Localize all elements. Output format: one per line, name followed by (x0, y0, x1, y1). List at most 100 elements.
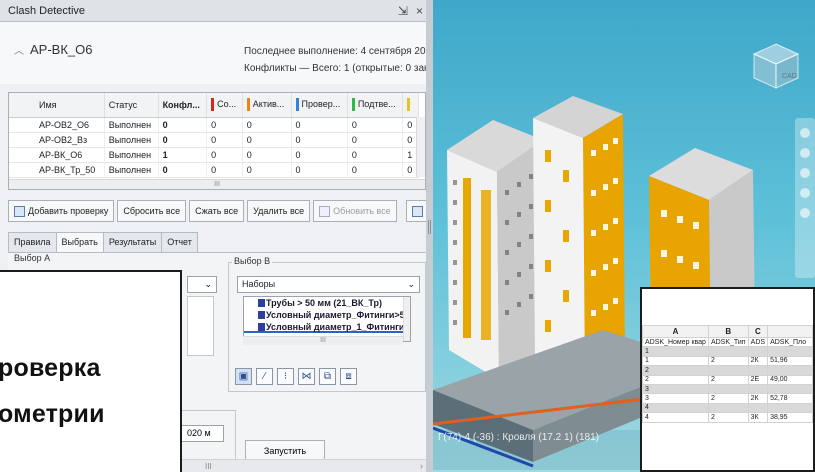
selection-a-tree[interactable] (187, 296, 214, 356)
spreadsheet-header-cell[interactable]: ADSK_Пло (767, 336, 813, 348)
spreadsheet-cell[interactable]: 2 (642, 365, 709, 376)
close-icon[interactable]: × (416, 4, 423, 18)
spreadsheet-cell[interactable] (767, 402, 813, 414)
column-header[interactable]: Подтве... (347, 93, 404, 118)
spreadsheet-cell[interactable]: 2 (707, 355, 749, 367)
table-cell: 0 (347, 117, 404, 133)
add-test-button[interactable]: Добавить проверку (8, 200, 115, 222)
tab-select[interactable]: Выбрать (55, 232, 104, 253)
spreadsheet-cell[interactable] (707, 402, 749, 414)
spreadsheet-row[interactable]: 3 2 2К 52,78 (642, 393, 813, 404)
spreadsheet-row[interactable]: 3 (642, 383, 813, 395)
tab-rules[interactable]: Правила (8, 232, 57, 252)
column-header[interactable]: Провер... (291, 93, 348, 118)
spreadsheet-cell[interactable] (707, 365, 749, 376)
walk-icon[interactable] (800, 208, 810, 218)
column-header[interactable] (402, 93, 419, 118)
self-intersect-icon[interactable]: ⋈ (298, 368, 315, 385)
spreadsheet-cell[interactable]: 49,00 (767, 374, 813, 385)
set-item-fittings-2[interactable]: Условный диаметр_1_Фитинги>5 (244, 321, 410, 333)
spreadsheet-cell[interactable]: 1 (642, 346, 709, 357)
update-all-button[interactable]: Обновить все (313, 200, 397, 222)
spreadsheet-row[interactable]: 4 (642, 402, 813, 414)
table-row[interactable]: АР-ВК_Тр_50 Выполнен 0 0 0 0 0 0 (9, 162, 419, 178)
spreadsheet-cell[interactable] (707, 383, 749, 395)
spreadsheet-cell[interactable]: 2Е (747, 374, 769, 385)
spreadsheet-cell[interactable] (747, 383, 769, 395)
spreadsheet-row[interactable]: 2 (642, 365, 813, 376)
spreadsheet-cell[interactable]: 2К (747, 355, 769, 367)
spreadsheet-cell[interactable]: 4 (642, 402, 709, 414)
tolerance-input[interactable]: 020 м (178, 425, 224, 442)
table-row[interactable]: АР-ОВ2_О6 Выполнен 0 0 0 0 0 0 (9, 117, 419, 133)
table-horizontal-scrollbar[interactable]: III (9, 179, 425, 189)
spreadsheet-header-cell[interactable]: ADSK_Номер квар (642, 336, 709, 348)
pan-icon[interactable] (800, 128, 810, 138)
use-current-selection-icon[interactable]: ⧉ (319, 368, 336, 385)
spreadsheet-row[interactable]: 4 2 3К 38,95 (642, 412, 813, 423)
points-icon[interactable]: ⁝ (277, 368, 294, 385)
compact-all-button[interactable]: Сжать все (189, 200, 245, 222)
column-header[interactable]: Конфл... (158, 93, 208, 118)
spreadsheet-cell[interactable] (767, 346, 813, 357)
panel-horizontal-scrollbar[interactable]: III › (180, 459, 431, 472)
spreadsheet-cell[interactable]: 3К (747, 412, 769, 423)
table-vertical-scrollbar[interactable] (416, 117, 425, 177)
table-row[interactable]: АР-ОВ2_Вз Выполнен 0 0 0 0 0 0 (9, 132, 419, 148)
spreadsheet-cell[interactable]: 2 (707, 412, 749, 423)
set-item-pipes[interactable]: Трубы > 50 мм (21_ВК_Тр) (244, 297, 410, 309)
panel-splitter[interactable] (426, 0, 433, 472)
delete-all-button[interactable]: Удалить все (247, 200, 311, 222)
spreadsheet-cell[interactable]: 2 (707, 374, 749, 385)
spreadsheet-column-letter[interactable]: A (642, 325, 709, 338)
spreadsheet-cell[interactable] (767, 365, 813, 376)
navigation-bar[interactable] (795, 118, 815, 278)
spreadsheet-cell[interactable]: 38,95 (767, 412, 813, 423)
export-dropdown-button[interactable] (406, 200, 428, 222)
spreadsheet-cell[interactable] (747, 365, 769, 376)
select-in-scene-icon[interactable]: ⧈ (340, 368, 357, 385)
look-icon[interactable] (800, 188, 810, 198)
spreadsheet-cell[interactable]: 3 (642, 393, 709, 404)
spreadsheet-cell[interactable] (747, 402, 769, 414)
reset-all-button[interactable]: Сбросить все (117, 200, 187, 222)
tab-report[interactable]: Отчет (161, 232, 198, 252)
spreadsheet-header-cell[interactable]: ADS (747, 336, 769, 348)
spreadsheet-cell[interactable] (707, 346, 749, 357)
viewcube-icon[interactable]: CAD (748, 38, 804, 94)
spreadsheet-cell[interactable]: 52,78 (767, 393, 813, 404)
spreadsheet-cell[interactable]: 1 (642, 355, 709, 367)
spreadsheet-cell[interactable]: 2 (642, 374, 709, 385)
set-item-fittings-1[interactable]: Условный диаметр_Фитинги>50_ (244, 309, 410, 321)
spreadsheet-cell[interactable] (767, 383, 813, 395)
column-header[interactable]: Имя (9, 93, 105, 118)
spreadsheet-column-letter[interactable]: C (747, 325, 769, 338)
spreadsheet-column-letter[interactable] (767, 325, 813, 338)
column-header[interactable]: Статус (104, 93, 159, 118)
spreadsheet-cell[interactable]: 2 (707, 393, 749, 404)
spreadsheet-cell[interactable]: 2К (747, 393, 769, 404)
tree-vertical-scrollbar[interactable] (403, 297, 410, 341)
auto-hide-icon[interactable]: ⇲ (398, 4, 408, 18)
tab-results[interactable]: Результаты (102, 232, 163, 252)
chevron-up-icon[interactable]: ︿ (14, 42, 24, 57)
spreadsheet-column-letter[interactable]: B (707, 325, 749, 338)
lines-icon[interactable]: ∕ (256, 368, 273, 385)
spreadsheet-row[interactable]: 1 (642, 346, 813, 357)
spreadsheet-header-cell[interactable]: ADSK_Тип (707, 336, 749, 348)
spreadsheet-row[interactable]: 2 2 2Е 49,00 (642, 374, 813, 385)
selection-a-dropdown[interactable]: ⌄ (187, 276, 217, 293)
zoom-icon[interactable] (800, 148, 810, 158)
spreadsheet-cell[interactable] (747, 346, 769, 357)
spreadsheet-cell[interactable]: 3 (642, 383, 709, 395)
column-header[interactable]: Актив... (242, 93, 292, 118)
column-header[interactable]: Со... (206, 93, 243, 118)
spreadsheet-cell[interactable]: 4 (642, 412, 709, 423)
orbit-icon[interactable] (800, 168, 810, 178)
tree-horizontal-scrollbar[interactable]: III (243, 336, 403, 345)
table-row[interactable]: АР-ВК_О6 Выполнен 1 0 0 0 0 1 (9, 147, 419, 163)
spreadsheet-row[interactable]: 1 2 2К 51,96 (642, 355, 813, 367)
surfaces-icon[interactable]: ▣ (235, 368, 252, 385)
spreadsheet-cell[interactable]: 51,96 (767, 355, 813, 367)
selection-b-dropdown[interactable]: Наборы ⌄ (237, 276, 420, 293)
